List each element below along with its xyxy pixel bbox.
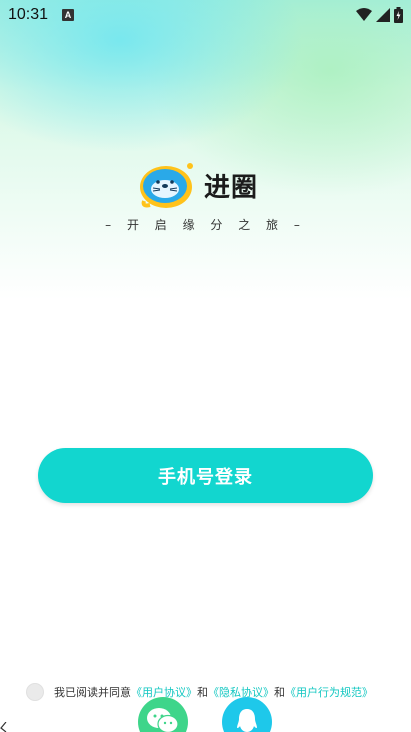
battery-icon [394, 7, 403, 23]
agreement-and-2: 和 [274, 686, 285, 699]
brand-name: 进圈 [204, 172, 259, 203]
app-logo: 进圈 [138, 160, 278, 210]
qq-icon [237, 709, 257, 732]
status-icons [356, 7, 403, 23]
agreement-prefix: 我已阅读并同意 [54, 686, 131, 699]
header-background [0, 0, 411, 300]
seal-mascot-icon [138, 161, 196, 209]
brand-slogan: – 开 启 缘 分 之 旅 – [105, 218, 306, 232]
agreement-and-1: 和 [197, 686, 208, 699]
notification-icon: A [62, 9, 75, 21]
wechat-login-button[interactable] [138, 697, 188, 732]
qq-login-button[interactable] [222, 697, 272, 732]
phone-login-button[interactable]: 手机号登录 [38, 448, 373, 503]
status-time: 10:31 [8, 6, 49, 23]
back-gesture-icon [0, 722, 7, 732]
behavior-rules-link[interactable]: 《用户行为规范》 [285, 684, 373, 700]
status-bar: 10:31 A [0, 0, 411, 30]
wechat-icon [147, 708, 179, 732]
agreement-checkbox[interactable] [26, 683, 44, 701]
agreement-row: 我已阅读并同意 《用户协议》 和 《隐私协议》 和 《用户行为规范》 [26, 683, 373, 701]
signal-icon [376, 8, 390, 22]
wifi-icon [356, 8, 372, 21]
